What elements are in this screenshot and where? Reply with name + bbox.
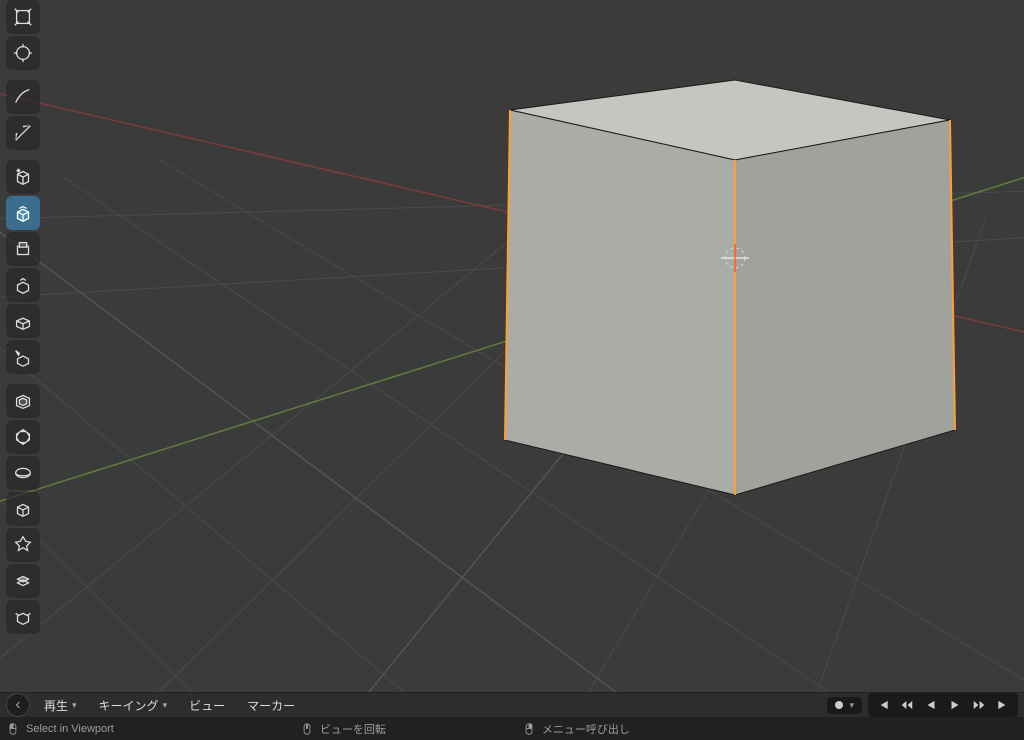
transform-tool[interactable] [6, 36, 40, 70]
annotate-tool[interactable] [6, 80, 40, 114]
extrude-manifold-tool[interactable] [6, 232, 40, 266]
keyframe-prev-button[interactable] [896, 695, 918, 715]
knife-tool[interactable] [6, 492, 40, 526]
marker-menu[interactable]: マーカー [239, 694, 303, 717]
viewport-3d[interactable] [0, 0, 1024, 740]
marker-menu-label: マーカー [247, 697, 295, 714]
spin-duplicates-tool[interactable] [6, 600, 40, 634]
loop-cut-tool[interactable] [6, 456, 40, 490]
play-reverse-button[interactable] [920, 695, 942, 715]
timeline-header: 再生▾ キーイング▾ ビュー マーカー ▾ [0, 692, 1024, 718]
auto-keying-toggle[interactable]: ▾ [827, 697, 862, 714]
keying-menu[interactable]: キーイング▾ [91, 694, 176, 717]
extrude-normals-tool[interactable] [6, 268, 40, 302]
jump-end-button[interactable] [992, 695, 1014, 715]
spin-tool[interactable] [6, 564, 40, 598]
status-bar: Select in Viewport ビューを回転 メニュー呼び出し [0, 718, 1024, 740]
inset-faces-tool[interactable] [6, 384, 40, 418]
mouse-right-icon [522, 722, 536, 736]
bevel-tool[interactable] [6, 420, 40, 454]
playback-controls [868, 693, 1018, 717]
chevron-down-icon: ▾ [849, 700, 854, 711]
poly-build-tool[interactable] [6, 528, 40, 562]
extrude-individual-tool[interactable] [6, 304, 40, 338]
keying-menu-label: キーイング [99, 697, 159, 714]
measure-tool[interactable] [6, 116, 40, 150]
view-menu[interactable]: ビュー [181, 694, 233, 717]
play-button[interactable] [944, 695, 966, 715]
add-cube-tool[interactable] [6, 160, 40, 194]
record-icon [835, 701, 843, 709]
view-menu-label: ビュー [189, 697, 225, 714]
scale-cage-tool[interactable] [6, 0, 40, 34]
tool-shelf [6, 0, 40, 634]
jump-start-button[interactable] [872, 695, 894, 715]
playback-menu[interactable]: 再生▾ [36, 694, 85, 717]
extrude-region-tool[interactable] [6, 196, 40, 230]
keyframe-next-button[interactable] [968, 695, 990, 715]
status-select-label: Select in Viewport [26, 723, 114, 735]
status-context-hint: メニュー呼び出し [522, 721, 630, 737]
playback-menu-label: 再生 [44, 697, 68, 714]
status-select-hint: Select in Viewport [6, 722, 114, 736]
status-rotate-label: ビューを回転 [320, 721, 386, 737]
status-context-label: メニュー呼び出し [542, 721, 630, 737]
extrude-cursor-tool[interactable] [6, 340, 40, 374]
status-rotate-hint: ビューを回転 [300, 721, 386, 737]
editor-type-dropdown[interactable] [6, 693, 30, 717]
mouse-left-icon [6, 722, 20, 736]
mouse-middle-icon [300, 722, 314, 736]
